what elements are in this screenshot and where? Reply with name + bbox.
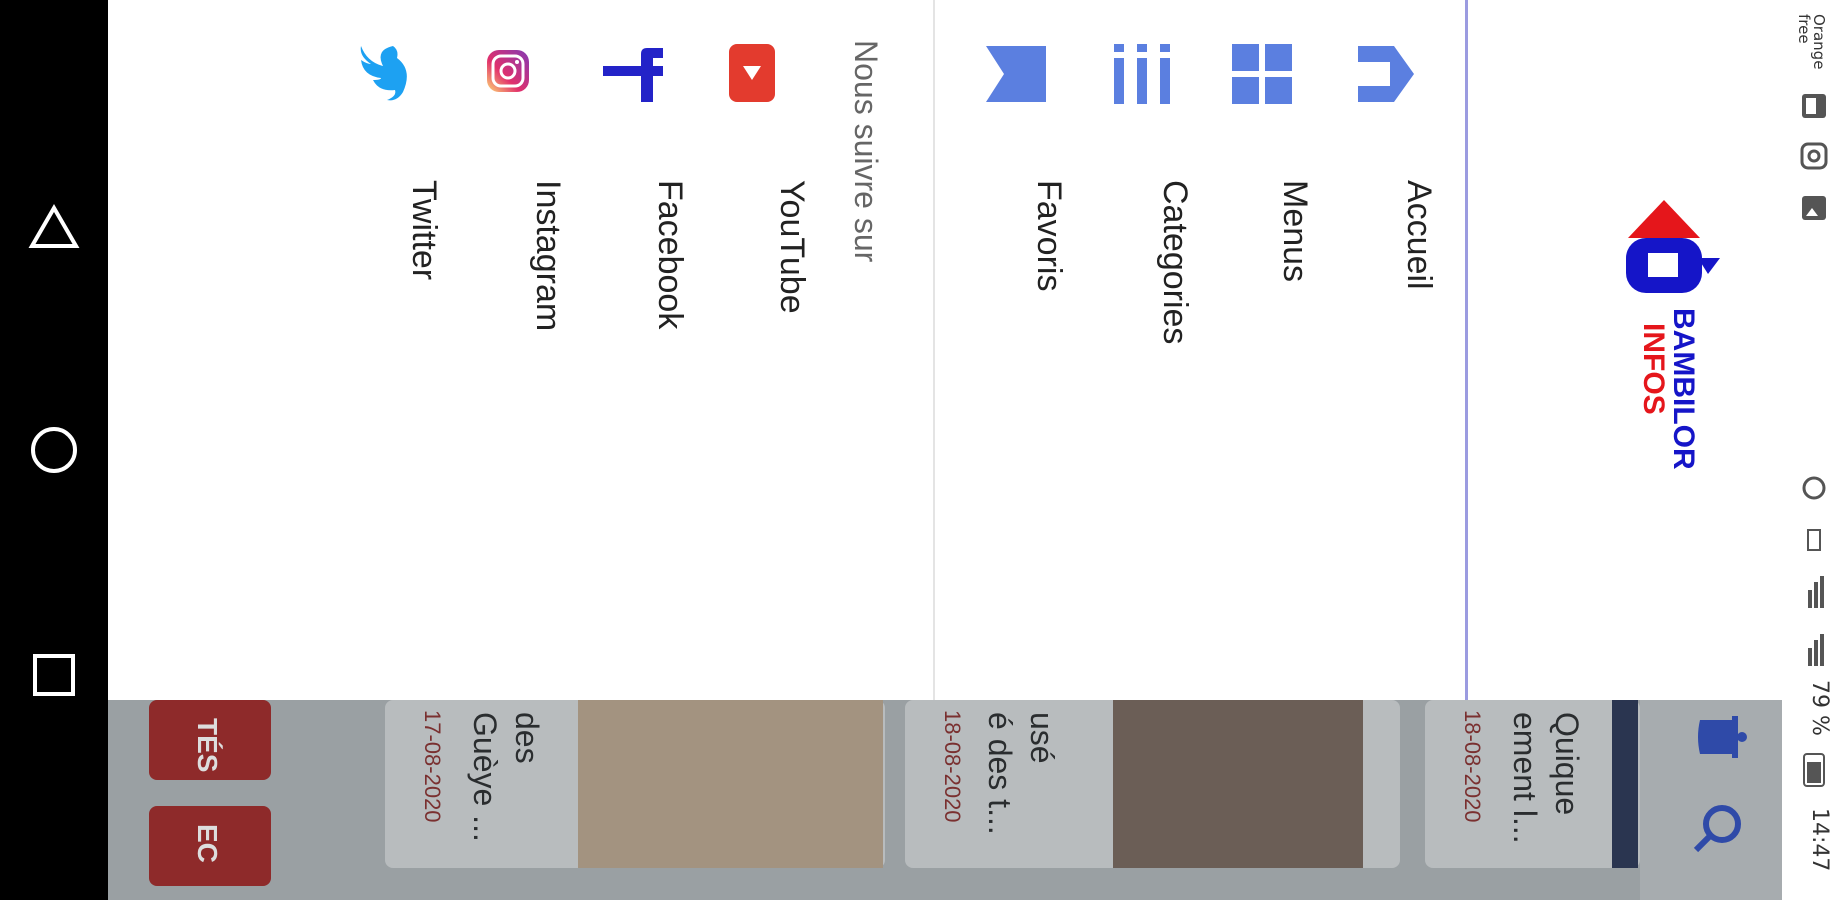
battery-icon [1803,753,1825,787]
social-item-label: Twitter [405,180,443,281]
article-date: 18-08-2020 [940,710,965,823]
menu-item-favoris[interactable]: Favoris [974,30,1084,360]
follow-section-title: Nous suivre sur [848,40,884,263]
article-card[interactable]: usé é des t... 18-08-2020 [905,700,1400,868]
article-title-line: usé [1024,712,1060,764]
chip-label: EC [192,824,223,863]
signal-icon-2 [1808,634,1824,666]
youtube-icon [729,44,775,102]
background-app-bar [1640,700,1782,900]
article-card[interactable]: des Guèye ... 17-08-2020 [385,700,885,868]
menu-item-label: Menus [1276,180,1314,283]
instagram-icon [487,50,529,92]
logo-text-infos: INFOS [1637,323,1670,415]
article-title-line: ement l... [1507,712,1543,844]
section-divider [933,0,935,700]
category-chip[interactable]: EC [149,806,271,886]
menu-item-label: Favoris [1030,180,1068,292]
category-chip[interactable]: TÉS [149,700,271,780]
home-circle-icon [31,427,77,473]
bambilor-infos-logo: BAMBILOR INFOS [1626,200,1720,470]
home-icon [1358,46,1414,102]
clock: 14:47 [1807,808,1832,872]
article-thumbnail [578,700,883,868]
menu-item-label: Categories [1156,180,1194,345]
menu-item-accueil[interactable]: Accueil [1340,30,1450,360]
battery-percent: 79 % [1807,680,1832,736]
social-item-label: Facebook [651,180,689,330]
vibrate-icon [1807,529,1821,551]
search-icon[interactable] [1690,800,1746,856]
social-item-facebook[interactable]: Facebook [593,30,703,350]
back-triangle-icon [28,204,80,248]
article-title-line: des [509,712,545,764]
article-thumbnail [1113,700,1363,868]
logo-text-bambilor: BAMBILOR [1667,308,1700,470]
twitter-icon [360,46,407,101]
article-title-line: Guèye ... [467,712,503,842]
article-title-line: Quique [1549,712,1585,816]
facebook-icon [603,48,663,102]
instagram-notification-icon [1800,142,1828,170]
notification-bell-icon[interactable] [1692,712,1748,762]
signal-icon-1 [1808,576,1824,608]
article-date: 17-08-2020 [420,710,445,823]
back-button[interactable] [22,195,86,259]
status-bar: Orange free 79 % 14:47 [1782,0,1843,900]
article-date: 18-08-2020 [1460,710,1485,823]
grid-icon [1232,44,1292,104]
bookmark-icon [986,46,1046,102]
nfc-icon [1802,476,1826,500]
carrier-name: Orange free [1795,14,1828,70]
article-title-line: é des t... [982,712,1018,835]
drawer-header: BAMBILOR INFOS [1466,0,1782,700]
social-item-label: Instagram [529,180,567,332]
image-notification-icon [1802,196,1826,220]
header-divider [1465,0,1468,700]
recents-square-icon [33,654,75,696]
social-item-twitter[interactable]: Twitter [347,30,457,350]
recents-button[interactable] [22,643,86,707]
chip-label: TÉS [192,718,223,773]
menu-item-menus[interactable]: Menus [1218,30,1328,360]
gallery-notification-icon [1802,94,1826,118]
list-icon [1114,44,1170,104]
home-button[interactable] [22,418,86,482]
article-card[interactable]: Quique ement l... 18-08-2020 [1425,700,1640,868]
social-item-label: YouTube [773,180,811,314]
menu-item-categories[interactable]: Categories [1096,30,1206,360]
social-item-instagram[interactable]: Instagram [471,30,581,350]
system-navigation-bar [0,0,108,900]
article-thumbnail [1612,700,1638,868]
menu-item-label: Accueil [1400,180,1438,290]
social-item-youtube[interactable]: YouTube [715,30,825,350]
